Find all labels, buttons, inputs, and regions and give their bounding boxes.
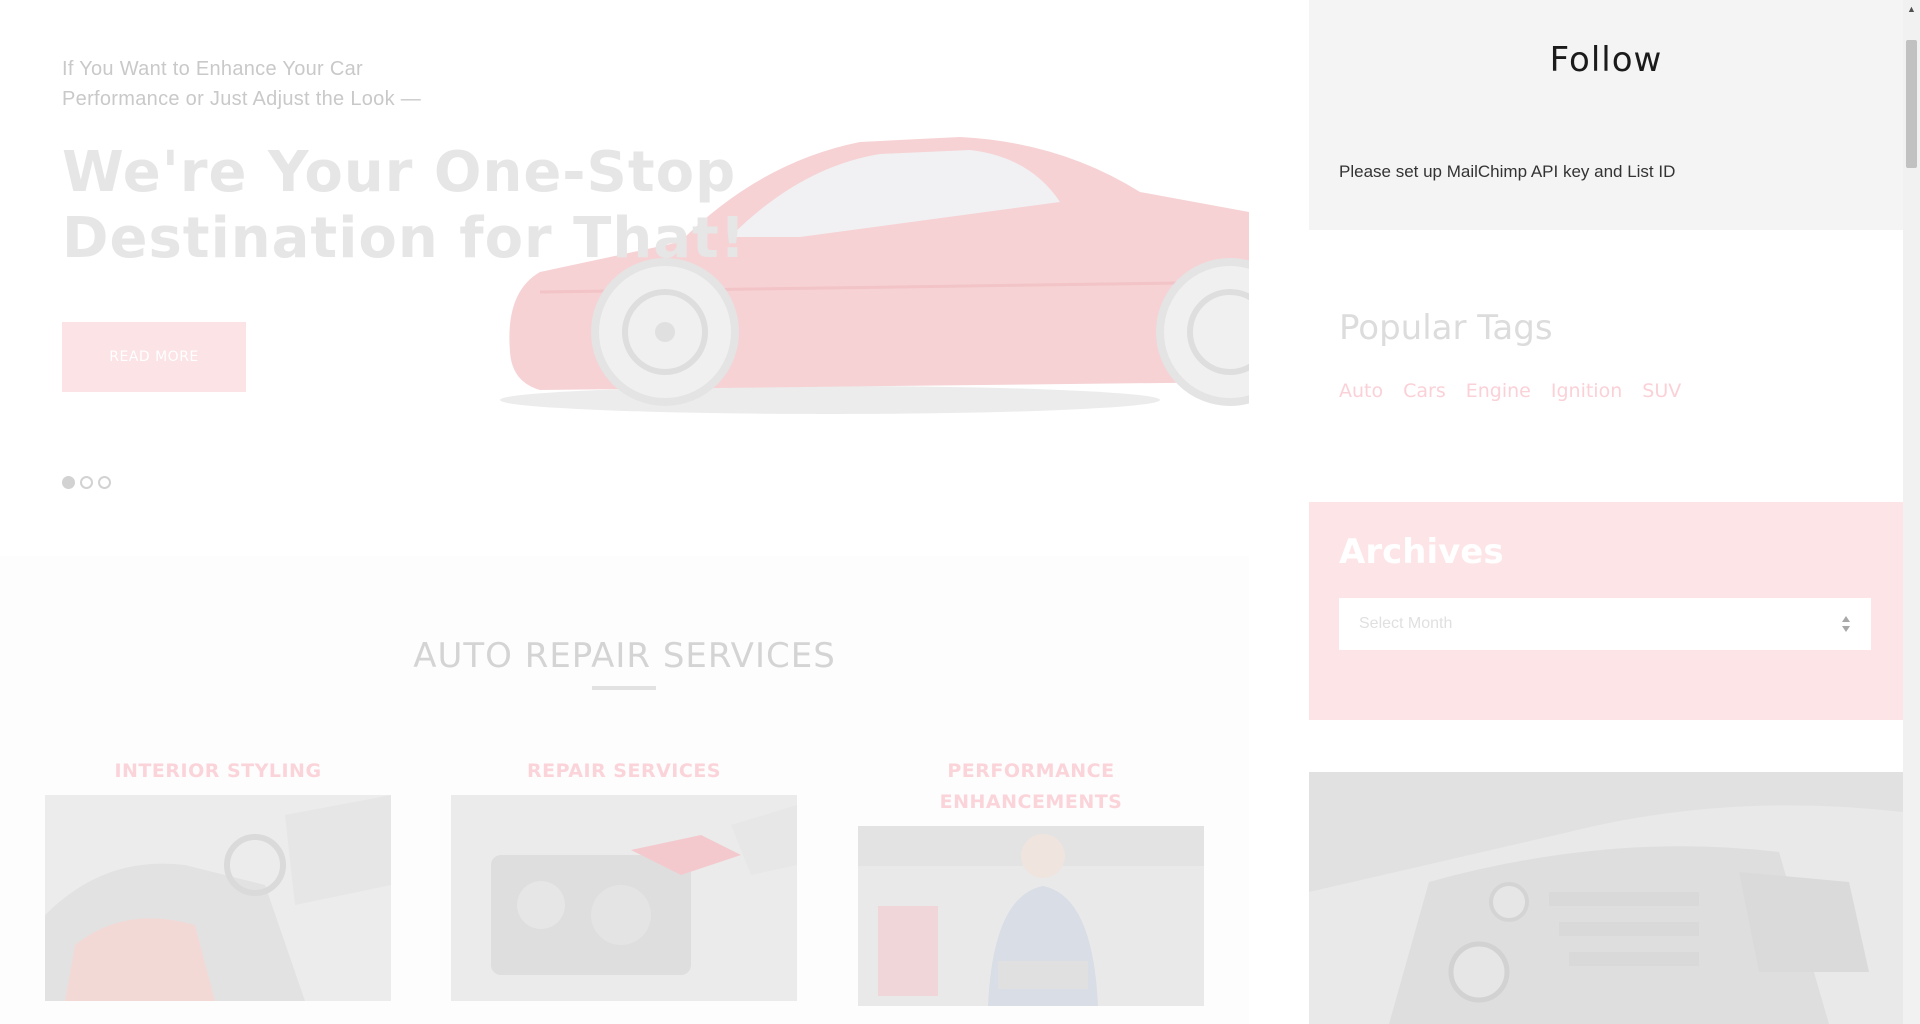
page-scrollbar[interactable]: ▲ xyxy=(1903,0,1920,1024)
service-title[interactable]: REPAIR SERVICES xyxy=(451,756,797,787)
archives-month-select[interactable]: Select Month xyxy=(1339,598,1871,650)
service-card-performance[interactable]: PERFORMANCE ENHANCEMENTS xyxy=(858,756,1204,1006)
slide-dot-2[interactable] xyxy=(80,476,93,489)
tag-engine[interactable]: Engine xyxy=(1466,380,1531,402)
hero-heading: We're Your One-Stop Destination for That… xyxy=(62,140,747,271)
tag-suv[interactable]: SUV xyxy=(1642,380,1681,402)
services-title: AUTO REPAIR SERVICES xyxy=(413,636,836,676)
slide-dot-1[interactable] xyxy=(62,476,75,489)
car-dashboard-image xyxy=(1309,772,1903,1024)
car-interior-image[interactable] xyxy=(45,795,391,1001)
tag-auto[interactable]: Auto xyxy=(1339,380,1383,402)
archives-title: Archives xyxy=(1339,532,1504,572)
slider-pagination xyxy=(62,476,111,489)
popular-tags-widget: Popular Tags Auto Cars Engine Ignition S… xyxy=(1309,230,1903,502)
services-section: AUTO REPAIR SERVICES INTERIOR STYLING RE… xyxy=(0,556,1249,1024)
follow-widget: Follow Please set up MailChimp API key a… xyxy=(1309,0,1903,230)
tag-cars[interactable]: Cars xyxy=(1403,380,1446,402)
service-title[interactable]: PERFORMANCE ENHANCEMENTS xyxy=(858,756,1204,818)
main-content: If You Want to Enhance Your Car Performa… xyxy=(0,0,1249,1024)
tag-ignition[interactable]: Ignition xyxy=(1551,380,1622,402)
scroll-up-arrow-icon[interactable]: ▲ xyxy=(1903,0,1920,17)
read-more-button[interactable]: READ MORE xyxy=(62,322,246,392)
follow-title: Follow xyxy=(1549,40,1663,80)
hero-kicker: If You Want to Enhance Your Car Performa… xyxy=(62,58,422,110)
engine-repair-image[interactable] xyxy=(451,795,797,1001)
service-title[interactable]: INTERIOR STYLING xyxy=(45,756,391,787)
service-card-repair[interactable]: REPAIR SERVICES xyxy=(451,756,797,1001)
hero-slider: If You Want to Enhance Your Car Performa… xyxy=(0,0,1249,556)
scroll-thumb[interactable] xyxy=(1906,40,1917,168)
select-arrows-icon xyxy=(1842,616,1850,632)
sidebar: Follow Please set up MailChimp API key a… xyxy=(1249,0,1903,1024)
archives-widget: Archives Select Month xyxy=(1309,502,1903,720)
tag-list: Auto Cars Engine Ignition SUV xyxy=(1339,380,1681,402)
select-placeholder: Select Month xyxy=(1359,615,1453,632)
mechanic-image[interactable] xyxy=(858,826,1204,1006)
service-card-interior[interactable]: INTERIOR STYLING xyxy=(45,756,391,1001)
title-underline xyxy=(592,686,656,690)
tags-title: Popular Tags xyxy=(1339,308,1553,348)
mailchimp-notice: Please set up MailChimp API key and List… xyxy=(1339,162,1676,181)
slide-dot-3[interactable] xyxy=(98,476,111,489)
